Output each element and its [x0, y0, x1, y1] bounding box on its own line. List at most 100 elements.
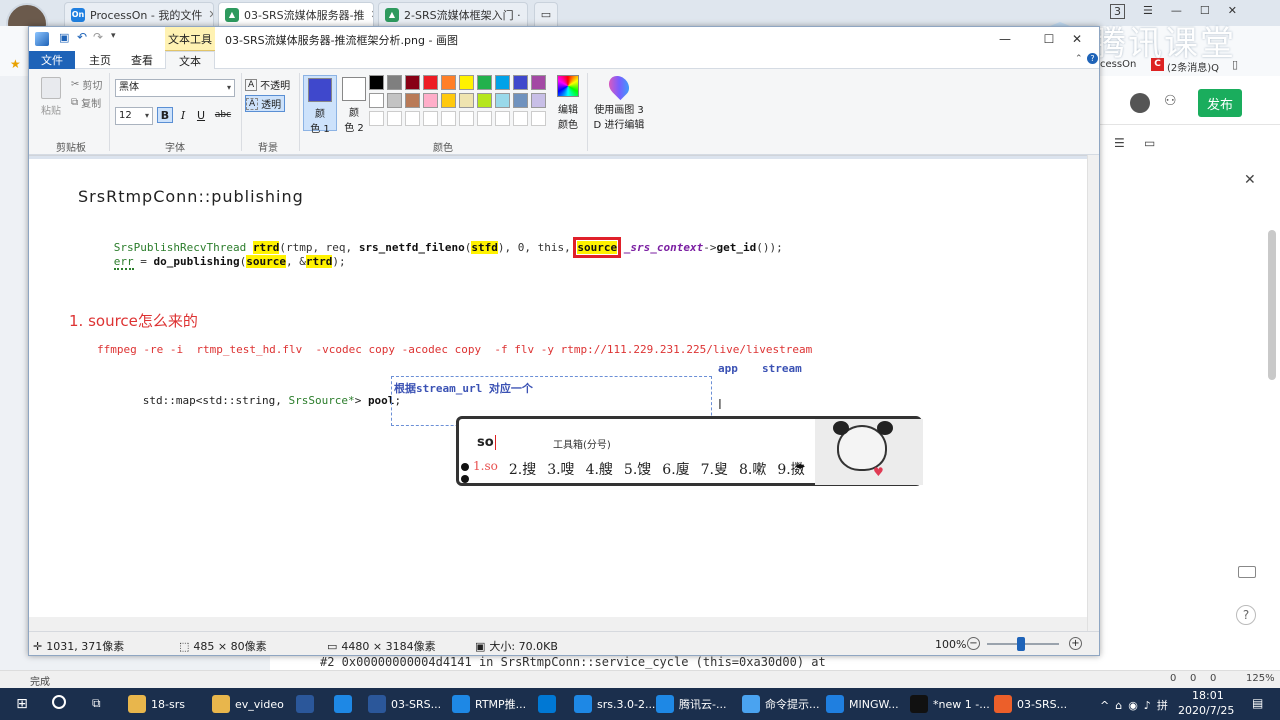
add-user-icon[interactable]: ⚇ — [1164, 93, 1177, 109]
close-tab-icon[interactable]: ✕ — [365, 8, 373, 21]
palette-swatch-empty[interactable] — [423, 111, 438, 126]
ribbon-collapse-icon[interactable]: ⌃ — [1075, 54, 1083, 64]
redo-icon[interactable]: ↷ — [93, 30, 103, 44]
tab-view[interactable]: 查看 — [121, 51, 163, 69]
quick-access-dropdown-icon[interactable]: ▾ — [111, 31, 116, 41]
taskbar-app[interactable]: 腾讯云-... — [656, 692, 726, 716]
ime-candidate[interactable]: 4.艘 — [586, 459, 613, 479]
ime-candidate[interactable]: 2.搜 — [509, 459, 536, 479]
transparent-button[interactable]: A 透明 — [245, 95, 286, 112]
palette-swatch[interactable] — [477, 93, 492, 108]
ime-next-page-icon[interactable]: ◂▸ — [795, 461, 805, 472]
zoom-in-icon[interactable]: + — [1069, 637, 1082, 650]
ime-candidate[interactable]: 5.馊 — [624, 459, 651, 479]
browser-tab-processon[interactable]: On ProcessOn - 我的文件 ✕ — [64, 2, 214, 26]
paste-button[interactable]: 粘贴 — [37, 77, 65, 117]
palette-swatch[interactable] — [513, 93, 528, 108]
star-icon[interactable]: ★ — [10, 57, 21, 71]
tab-file[interactable]: 文件 — [29, 51, 75, 69]
folder-icon[interactable]: ▭ — [1144, 136, 1155, 150]
palette-swatch[interactable] — [423, 93, 438, 108]
close-tab-icon[interactable]: ✕ — [521, 8, 528, 21]
taskbar-app[interactable]: srs.3.0-2... — [574, 692, 655, 716]
pinned-app-icon[interactable] — [296, 695, 314, 713]
palette-swatch-empty[interactable] — [441, 111, 456, 126]
pinned-app-icon[interactable] — [334, 695, 352, 713]
zoom-slider[interactable] — [987, 637, 1059, 651]
canvas-vertical-scrollbar[interactable] — [1087, 155, 1099, 631]
close-icon[interactable]: ✕ — [1055, 27, 1099, 51]
taskbar-app[interactable]: MINGW... — [826, 692, 899, 716]
notification-icon[interactable]: ▤ — [1252, 696, 1263, 710]
taskbar-app[interactable]: 03-SRS... — [368, 692, 441, 716]
color1-button[interactable]: 颜 色 1 — [303, 75, 337, 135]
bold-button[interactable]: B — [157, 107, 173, 123]
palette-swatch[interactable] — [495, 75, 510, 90]
palette-swatch[interactable] — [441, 93, 456, 108]
underline-button[interactable]: U — [193, 107, 209, 123]
pinned-app-icon[interactable] — [538, 695, 556, 713]
taskbar-app[interactable]: ev_video — [212, 692, 284, 716]
palette-swatch[interactable] — [459, 93, 474, 108]
taskbar-app[interactable]: 03-SRS... — [994, 692, 1067, 716]
strikethrough-button[interactable]: abc — [213, 107, 233, 123]
taskbar-app[interactable]: RTMP推... — [452, 692, 526, 716]
italic-button[interactable]: I — [175, 107, 191, 123]
palette-swatch[interactable] — [477, 75, 492, 90]
color2-button[interactable]: 颜 色 2 — [337, 75, 371, 134]
copy-button[interactable]: ⧉ 复制 — [71, 95, 101, 110]
keyboard-icon[interactable] — [1238, 566, 1256, 578]
tab-home[interactable]: 主页 — [79, 51, 121, 69]
font-family-select[interactable]: 黑体 ▾ — [115, 79, 235, 97]
ime-toolbox-label[interactable]: 工具箱(分号) — [553, 436, 611, 451]
palette-swatch[interactable] — [369, 93, 384, 108]
palette-swatch[interactable] — [459, 75, 474, 90]
taskbar-app[interactable]: 命令提示... — [742, 692, 820, 716]
help-icon[interactable]: ? — [1087, 53, 1098, 64]
palette-swatch-empty[interactable] — [459, 111, 474, 126]
palette-swatch[interactable] — [441, 75, 456, 90]
palette-swatch-empty[interactable] — [405, 111, 420, 126]
zoom-slider-thumb[interactable] — [1017, 637, 1025, 651]
undo-icon[interactable]: ↶ — [77, 30, 87, 44]
palette-swatch[interactable] — [531, 93, 546, 108]
ime-candidate-window[interactable]: so 工具箱(分号) 1.so 2.搜 3.嗖 4.艘 5.馊 6.廋 7.叟 8.嗽 9.擞… — [456, 416, 923, 486]
web-avatar[interactable] — [1130, 93, 1150, 113]
palette-swatch-empty[interactable] — [513, 111, 528, 126]
list-icon[interactable]: ☰ — [1114, 136, 1125, 150]
minimize-icon[interactable]: — — [983, 27, 1027, 51]
opaque-button[interactable]: A 不透明 — [245, 77, 290, 92]
font-size-select[interactable]: 12 ▾ — [115, 107, 153, 125]
ime-candidate[interactable]: 8.嗽 — [739, 459, 766, 479]
browser-tab-srs-intro[interactable]: ▲ 2-SRS流媒体框架入门 · ✕ — [378, 2, 528, 26]
palette-swatch[interactable] — [369, 75, 384, 90]
cut-button[interactable]: ✂ 剪切 — [71, 77, 102, 92]
palette-swatch[interactable] — [387, 93, 402, 108]
close-panel-icon[interactable]: ✕ — [1244, 172, 1256, 188]
help-icon[interactable]: ? — [1236, 605, 1256, 625]
ime-candidate[interactable]: 3.嗖 — [547, 459, 574, 479]
tab-text[interactable]: 文本 — [165, 51, 215, 69]
close-tab-icon[interactable]: ✕ — [202, 8, 213, 21]
save-icon[interactable]: ▣ — [59, 31, 69, 44]
palette-swatch[interactable] — [513, 75, 528, 90]
browser-tab-srs-server[interactable]: ▲ 03-SRS流媒体服务器-推 ✕ — [218, 2, 374, 26]
palette-swatch[interactable] — [387, 75, 402, 90]
palette-swatch-empty[interactable] — [387, 111, 402, 126]
new-tab-button[interactable]: ▭ — [534, 2, 558, 26]
zoom-out-icon[interactable]: − — [967, 637, 980, 650]
web-scrollbar[interactable] — [1268, 230, 1276, 380]
ime-candidate[interactable]: 6.廋 — [662, 459, 689, 479]
ime-candidate-first[interactable]: 1.so — [473, 459, 498, 479]
palette-swatch-empty[interactable] — [477, 111, 492, 126]
paint-canvas[interactable]: SrsRtmpConn::publishing SrsPublishRecvTh… — [29, 155, 1087, 631]
palette-swatch-empty[interactable] — [531, 111, 546, 126]
palette-swatch[interactable] — [405, 75, 420, 90]
palette-swatch[interactable] — [531, 75, 546, 90]
palette-swatch[interactable] — [423, 75, 438, 90]
palette-swatch[interactable] — [405, 93, 420, 108]
edit-colors-button[interactable]: 编辑 颜色 — [553, 75, 583, 131]
canvas-horizontal-scrollbar[interactable] — [29, 617, 1087, 631]
taskbar-app[interactable]: *new 1 -... — [910, 692, 990, 716]
paint3d-button[interactable]: 使用画图 3 D 进行编辑 — [591, 71, 647, 131]
